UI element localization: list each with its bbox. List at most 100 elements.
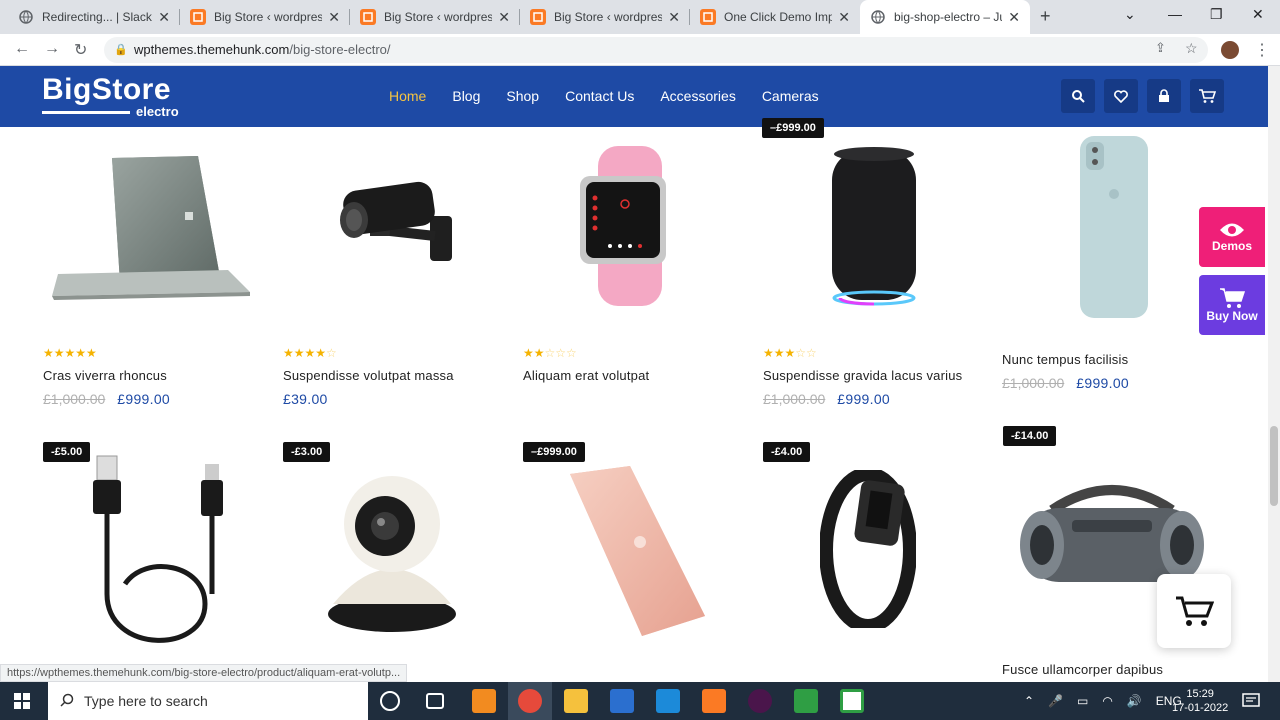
heart-icon[interactable] <box>1104 79 1138 113</box>
product-image-tablet[interactable] <box>560 466 710 638</box>
close-tab-icon[interactable]: ✕ <box>328 9 340 26</box>
globe-icon <box>870 9 886 25</box>
taskbar-search[interactable]: Type here to search <box>48 682 368 720</box>
tab-bigstore-3[interactable]: Big Store ‹ wordpress ✕ <box>520 0 690 34</box>
site-logo[interactable]: BigStore electro <box>42 74 179 119</box>
star-rating: ★★★★☆ <box>283 346 337 360</box>
avatar[interactable] <box>1221 41 1239 59</box>
product-image-speaker[interactable] <box>830 146 918 308</box>
sale-price: £999.00 <box>837 391 891 407</box>
product-name[interactable]: Suspendisse volutpat massa <box>283 368 454 383</box>
product-image-fitness-band[interactable] <box>819 467 917 633</box>
lock-icon[interactable] <box>1147 79 1181 113</box>
start-button[interactable] <box>14 693 30 709</box>
menu-item-blog[interactable]: Blog <box>452 88 480 104</box>
microphone-icon[interactable]: 🎤 <box>1048 694 1063 708</box>
back-icon[interactable]: ← <box>14 40 30 58</box>
mail-icon[interactable] <box>656 689 680 713</box>
sale-badge: –£999.00 <box>762 118 824 138</box>
notification-icon[interactable] <box>1242 682 1260 720</box>
product-price: £39.00 <box>283 391 328 407</box>
tab-bigstore-1[interactable]: Big Store ‹ wordpress ✕ <box>180 0 350 34</box>
sale-badge: -£14.00 <box>1003 426 1057 446</box>
browser-tab-strip: Redirecting... | Slack ✕ Big Store ‹ wor… <box>0 0 1280 34</box>
close-tab-icon[interactable]: ✕ <box>668 9 680 26</box>
demos-label: Demos <box>1211 239 1252 253</box>
search-icon[interactable] <box>1061 79 1095 113</box>
tab-search-icon[interactable]: ⌄ <box>1124 6 1136 23</box>
slack-icon[interactable] <box>748 689 772 713</box>
demos-button[interactable]: Demos <box>1199 207 1265 267</box>
clock[interactable]: 15:29 17-01-2022 <box>1172 682 1228 720</box>
windows-taskbar: Type here to search ⌃ 🎤 ▭ ◠ 🔊 ENG 15:29 … <box>0 682 1280 720</box>
sale-badge: -£3.00 <box>283 442 331 462</box>
product-name[interactable]: Nunc tempus facilisis <box>1002 352 1128 367</box>
xampp-icon[interactable] <box>702 689 726 713</box>
store-icon[interactable] <box>610 689 634 713</box>
camtasia-recorder-icon[interactable] <box>840 689 864 713</box>
main-menu: Home Blog Shop Contact Us Accessories Ca… <box>389 88 819 104</box>
url-field[interactable]: 🔒 wpthemes.themehunk.com/big-store-elect… <box>104 37 1208 63</box>
xampp-icon <box>190 9 206 25</box>
menu-dots-icon[interactable]: ⋮ <box>1254 40 1270 60</box>
product-name[interactable]: Suspendisse gravida lacus varius <box>763 368 962 383</box>
volume-icon[interactable]: 🔊 <box>1127 694 1142 708</box>
product-image-camera[interactable] <box>330 176 460 271</box>
close-tab-icon[interactable]: ✕ <box>498 9 510 26</box>
task-view-icon[interactable] <box>426 693 444 709</box>
tab-bigstore-2[interactable]: Big Store ‹ wordpress ✕ <box>350 0 520 34</box>
product-price: £1,000.00 £999.00 <box>763 391 890 407</box>
product-image-phone-case[interactable] <box>1078 134 1150 320</box>
camtasia-icon[interactable] <box>794 689 818 713</box>
search-placeholder: Type here to search <box>84 693 208 709</box>
floating-cart-button[interactable] <box>1157 574 1231 648</box>
menu-item-cameras[interactable]: Cameras <box>762 88 819 104</box>
sale-badge: –£999.00 <box>523 442 585 462</box>
close-tab-icon[interactable]: ✕ <box>838 9 850 26</box>
chevron-up-icon[interactable]: ⌃ <box>1024 694 1034 708</box>
wifi-icon[interactable]: ◠ <box>1102 694 1112 708</box>
product-image-laptop[interactable] <box>50 152 260 302</box>
cart-icon <box>1176 596 1214 626</box>
battery-icon[interactable]: ▭ <box>1077 694 1088 708</box>
forward-icon[interactable]: → <box>44 40 60 58</box>
product-name[interactable]: Cras viverra rhoncus <box>43 368 167 383</box>
product-image-ip-camera[interactable] <box>325 464 460 634</box>
product-name[interactable]: Aliquam erat volutpat <box>523 368 649 383</box>
close-tab-icon[interactable]: ✕ <box>158 9 170 26</box>
menu-item-contact[interactable]: Contact Us <box>565 88 634 104</box>
menu-item-accessories[interactable]: Accessories <box>660 88 735 104</box>
share-icon[interactable]: ⇪ <box>1155 40 1166 56</box>
chrome-icon[interactable] <box>518 689 542 713</box>
sublime-icon[interactable] <box>472 689 496 713</box>
page-scrollbar[interactable] <box>1268 66 1280 682</box>
product-image-usb-cable[interactable] <box>85 454 230 644</box>
menu-item-shop[interactable]: Shop <box>506 88 539 104</box>
tab-title: One Click Demo Impo <box>724 10 833 24</box>
product-name[interactable]: Fusce ullamcorper dapibus <box>1002 662 1163 677</box>
new-tab-icon[interactable]: + <box>1040 6 1051 27</box>
tab-demo-import[interactable]: One Click Demo Impo ✕ <box>690 0 860 34</box>
menu-item-home[interactable]: Home <box>389 88 426 104</box>
tab-title: Big Store ‹ wordpress <box>554 10 663 24</box>
close-window-icon[interactable]: ✕ <box>1252 6 1264 23</box>
buy-now-button[interactable]: Buy Now <box>1199 275 1265 335</box>
bookmark-star-icon[interactable]: ☆ <box>1185 40 1198 57</box>
minimize-icon[interactable]: — <box>1168 6 1182 22</box>
star-rating: ★★★☆☆ <box>763 346 817 360</box>
tab-active[interactable]: big-shop-electro – Ju ✕ <box>860 0 1030 34</box>
file-explorer-icon[interactable] <box>564 689 588 713</box>
scrollbar-thumb[interactable] <box>1270 426 1278 506</box>
cart-icon <box>1220 288 1245 308</box>
close-tab-icon[interactable]: ✕ <box>1008 9 1020 26</box>
reload-icon[interactable]: ↻ <box>74 40 87 60</box>
clock-date: 17-01-2022 <box>1172 702 1229 714</box>
maximize-icon[interactable]: ❐ <box>1210 6 1223 23</box>
cortana-icon[interactable] <box>380 691 400 711</box>
xampp-icon <box>360 9 376 25</box>
product-image-watch[interactable] <box>570 146 690 306</box>
tab-slack[interactable]: Redirecting... | Slack ✕ <box>8 0 180 34</box>
sale-badge: -£5.00 <box>43 442 91 462</box>
cart-icon[interactable] <box>1190 79 1224 113</box>
system-tray: ⌃ 🎤 ▭ ◠ 🔊 ENG <box>1024 682 1182 720</box>
